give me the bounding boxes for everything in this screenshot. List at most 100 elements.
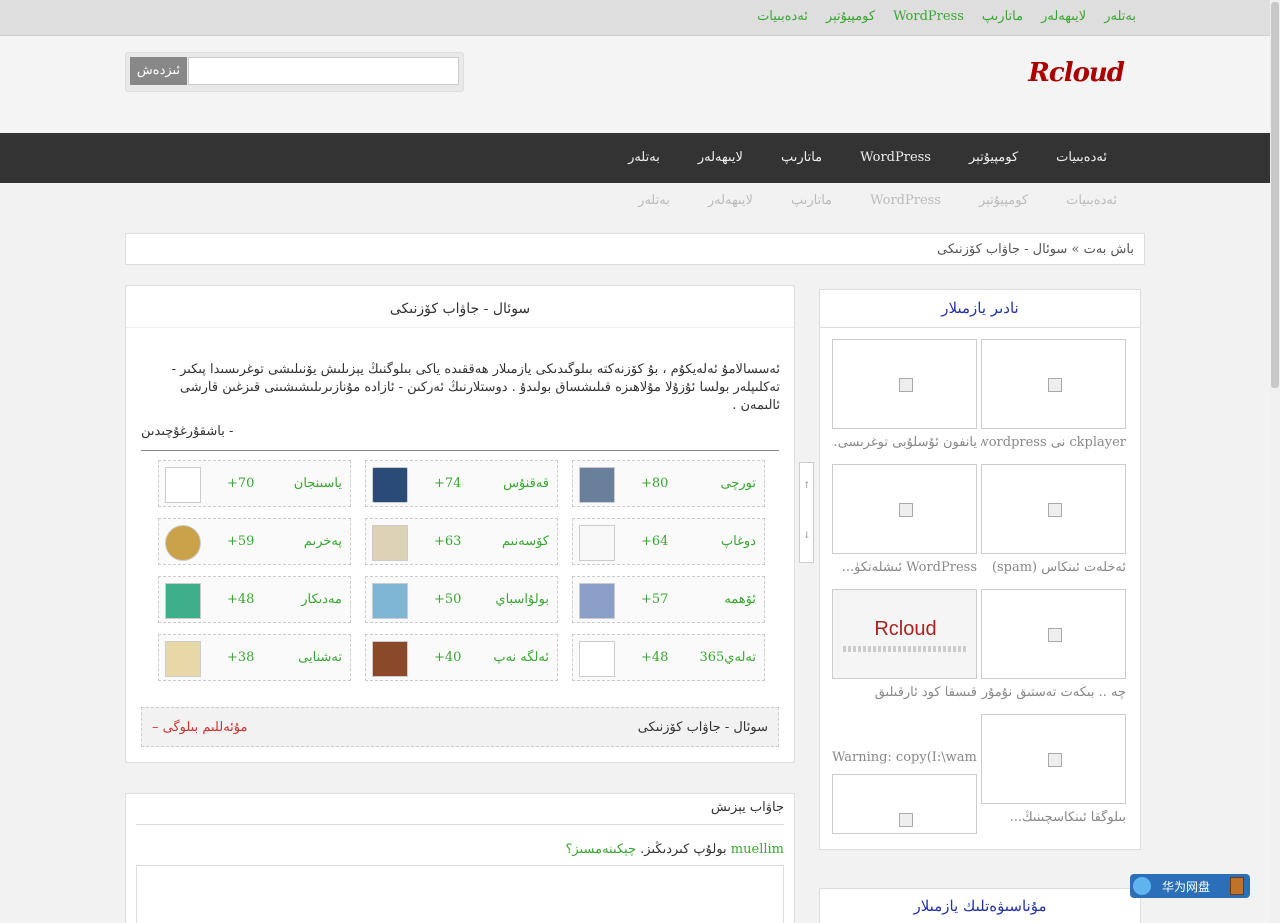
- post-thumbnail[interactable]: [832, 774, 977, 834]
- subnav-item[interactable]: لايىھەلەر: [689, 193, 772, 208]
- donor-name: تەلەي365: [699, 650, 756, 665]
- subnav-item[interactable]: كومپيۇتېر: [960, 193, 1047, 208]
- donor-name: پەخرىم: [303, 534, 342, 549]
- donor-name: مەدىكار: [301, 592, 342, 607]
- comment-textarea[interactable]: [136, 865, 784, 923]
- donor-card[interactable]: پەخرىم +59: [158, 518, 351, 565]
- donor-points: +64: [641, 534, 669, 549]
- breadcrumb-home[interactable]: باش بەت: [1084, 242, 1134, 257]
- donor-points: +50: [434, 592, 462, 607]
- donor-card[interactable]: كۆسەنىم +63: [365, 518, 558, 565]
- book-icon: [1230, 877, 1244, 895]
- search-input[interactable]: [188, 57, 459, 85]
- main-nav: ئەدەبىيات كومپيۇتېر WordPress ماتارىپ لا…: [0, 133, 1270, 183]
- subnav-item[interactable]: ئەدەبىيات: [1047, 193, 1136, 208]
- nav-item-computer[interactable]: كومپيۇتېر: [950, 133, 1037, 183]
- avatar: [165, 583, 201, 619]
- post-title-link[interactable]: سوئال - جاۋاب كۆزنىكى: [638, 720, 768, 735]
- donor-card[interactable]: تەشنايى +38: [158, 634, 351, 681]
- sidebar-related-title: مۇناسىۋەتلىك يازمىلار: [913, 897, 1047, 915]
- nav-item-literature[interactable]: ئەدەبىيات: [1037, 133, 1126, 183]
- article-title: سوئال - جاۋاب كۆزنىكى: [126, 286, 794, 328]
- bird-icon: [1133, 877, 1151, 895]
- logout-link[interactable]: چېكىنەمسىز؟: [566, 842, 637, 857]
- post-caption[interactable]: قىسقا كود ئارقىلىق: [832, 685, 977, 700]
- subnav-item[interactable]: WordPress: [851, 193, 960, 208]
- scrollbar-thumb[interactable]: [1271, 2, 1279, 388]
- nav-item-wordpress[interactable]: WordPress: [841, 133, 950, 183]
- post-thumbnail[interactable]: [981, 589, 1126, 679]
- avatar: [372, 583, 408, 619]
- post-caption[interactable]: Warning: copy(I:\wamp\v: [832, 750, 977, 765]
- broken-image-icon: [899, 378, 913, 392]
- post-caption[interactable]: ckplayer نى wordpress: [981, 435, 1126, 450]
- thumbnail-text: [843, 646, 968, 652]
- widget-label: 华为网盘: [1162, 880, 1211, 894]
- post-thumbnail[interactable]: [981, 714, 1126, 804]
- post-caption[interactable]: WordPress ئىشلەتكۈ...: [832, 560, 977, 575]
- top-nav-item[interactable]: كومپيۇتېر: [826, 9, 875, 24]
- subnav-item[interactable]: ماتارىپ: [772, 193, 851, 208]
- donor-points: +40: [434, 650, 462, 665]
- avatar: [579, 583, 615, 619]
- avatar: [372, 525, 408, 561]
- donor-name: تەشنايى: [298, 650, 342, 665]
- avatar: [372, 641, 408, 677]
- donor-name: قەقنۇس: [503, 476, 549, 491]
- avatar: [165, 641, 201, 677]
- top-nav-item[interactable]: بەتلەر: [1104, 9, 1136, 24]
- subnav-item[interactable]: بەتلەر: [619, 193, 689, 208]
- avatar: [165, 525, 201, 561]
- broken-image-icon: [1048, 378, 1062, 392]
- blog-link[interactable]: مۇئەللىم بىلوگى –: [152, 720, 247, 735]
- nav-item-education[interactable]: ماتارىپ: [762, 133, 841, 183]
- top-nav: ئەدەبىيات كومپيۇتېر WordPress ماتارىپ لا…: [757, 9, 1136, 24]
- user-link[interactable]: muellim: [731, 842, 784, 857]
- donor-card[interactable]: ئۆھمە +57: [572, 576, 765, 623]
- broken-image-icon: [1048, 628, 1062, 642]
- donor-card[interactable]: تەلەي365 +48: [572, 634, 765, 681]
- donor-card[interactable]: ئەلگە نەپ +40: [365, 634, 558, 681]
- breadcrumb-separator: »: [1071, 242, 1080, 257]
- nav-item-projects[interactable]: لايىھەلەر: [679, 133, 762, 183]
- scroll-down-icon[interactable]: ↓: [803, 531, 811, 541]
- donor-card[interactable]: قەقنۇس +74: [365, 460, 558, 507]
- top-nav-item[interactable]: لايىھەلەر: [1041, 9, 1086, 24]
- donor-points: +63: [434, 534, 462, 549]
- donor-name: كۆسەنىم: [502, 534, 549, 549]
- post-thumbnail[interactable]: [981, 339, 1126, 429]
- post-caption[interactable]: يانفون ئۇسلۇبى توغرىسى...: [832, 435, 977, 450]
- top-nav-item[interactable]: ئەدەبىيات: [757, 9, 808, 24]
- avatar: [372, 467, 408, 503]
- donor-name: بولۇاسباي: [495, 592, 549, 607]
- post-thumbnail[interactable]: [832, 464, 977, 554]
- huawei-netdisk-widget[interactable]: 华为网盘: [1130, 874, 1250, 898]
- broken-image-icon: [899, 503, 913, 517]
- post-thumbnail[interactable]: [981, 464, 1126, 554]
- donor-card[interactable]: تورچى +80: [572, 460, 765, 507]
- site-logo[interactable]: Rcloud: [1028, 58, 1125, 88]
- post-caption[interactable]: بىلوگقا ئىنكاسچىنىڭ...: [981, 810, 1126, 825]
- donor-card[interactable]: بولۇاسباي +50: [365, 576, 558, 623]
- donor-points: +57: [641, 592, 669, 607]
- comment-title: جاۋاب يېزىش: [136, 800, 784, 825]
- donor-name: ئۆھمە: [724, 592, 756, 607]
- broken-image-icon: [165, 467, 201, 503]
- donor-card[interactable]: ياسىنجان +70: [158, 460, 351, 507]
- donor-points: +59: [227, 534, 255, 549]
- post-caption[interactable]: چە .. بىكەت تەستىق نۇمۇرد ...: [981, 685, 1126, 700]
- top-nav-item[interactable]: ماتارىپ: [982, 9, 1023, 24]
- nav-item-pages[interactable]: بەتلەر: [609, 133, 679, 183]
- post-caption[interactable]: ئەخلەت ئىنكاس (spam): [981, 560, 1126, 575]
- donor-name: دوغاپ: [720, 534, 756, 549]
- donor-card[interactable]: دوغاپ +64: [572, 518, 765, 565]
- post-thumbnail[interactable]: Rcloud: [832, 589, 977, 679]
- broken-image-icon: [1048, 503, 1062, 517]
- scroll-up-icon[interactable]: ↑: [803, 481, 811, 491]
- top-nav-item[interactable]: WordPress: [893, 9, 964, 24]
- post-thumbnail[interactable]: [832, 339, 977, 429]
- donor-card[interactable]: مەدىكار +48: [158, 576, 351, 623]
- donor-name: ياسىنجان: [293, 476, 342, 491]
- login-status: muellim بولۇپ كىردىڭىز. چېكىنەمسىز؟: [136, 842, 784, 857]
- search-button[interactable]: ئىزدەش: [130, 57, 187, 85]
